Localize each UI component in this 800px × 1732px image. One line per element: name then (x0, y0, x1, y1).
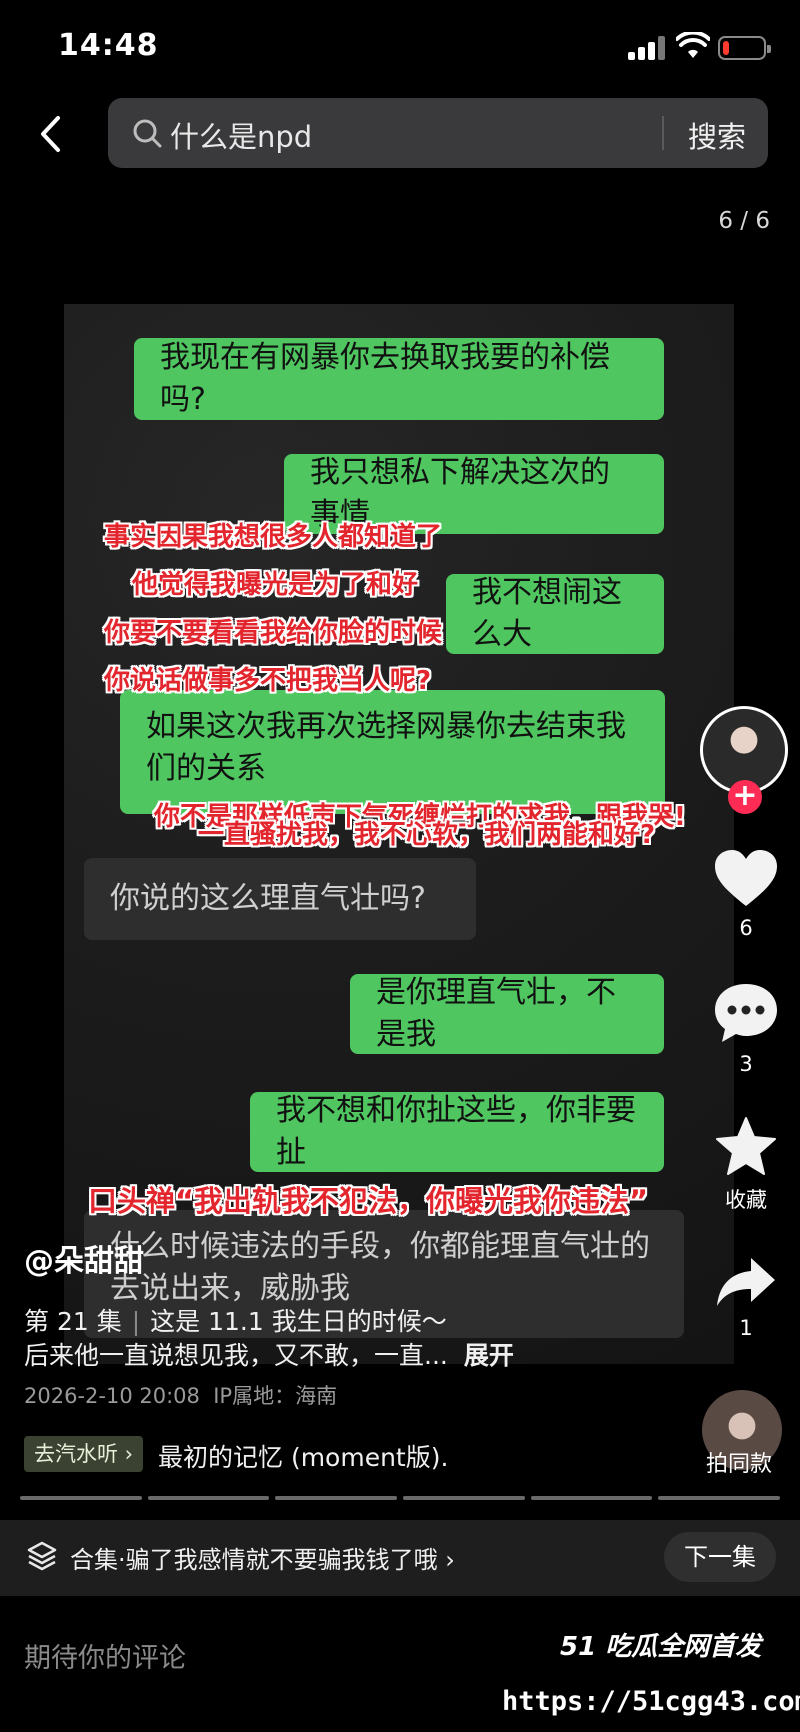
expand-button[interactable]: 展开 (464, 1341, 514, 1370)
wifi-icon (676, 32, 710, 58)
progress-segment (275, 1496, 398, 1500)
overlay-caption: 事实因果我想很多人都知道了 (104, 522, 443, 552)
share-icon (717, 1258, 775, 1306)
search-bar[interactable]: 什么是npd 搜索 (108, 98, 768, 168)
search-divider (662, 116, 664, 150)
collection-progress (20, 1496, 781, 1500)
progress-segment (147, 1496, 270, 1500)
comment-icon (715, 984, 777, 1042)
next-episode-button[interactable]: 下一集 (664, 1532, 776, 1582)
description-text: 后来他一直说想见我，又不敢，一直... (24, 1341, 448, 1370)
progress-segment (403, 1496, 525, 1500)
progress-segment (20, 1496, 142, 1500)
overlay-caption: 口头禅“我出轨我不犯法，你曝光我你违法” (88, 1184, 649, 1218)
battery-icon (718, 36, 771, 60)
layers-icon (27, 1541, 57, 1571)
star-icon (716, 1117, 776, 1175)
share-button[interactable]: 1 (704, 1256, 788, 1340)
episode-separator: | (131, 1307, 141, 1336)
cellular-signal-icon (628, 36, 666, 60)
comment-button[interactable]: 3 (704, 982, 788, 1076)
chat-bubble-outgoing: 我不想和你扯这些，你非要扯 (250, 1092, 664, 1172)
status-bar: 14:48 (0, 0, 800, 96)
comment-count: 3 (739, 1052, 753, 1076)
heart-icon (715, 850, 777, 906)
chat-bubble-incoming: 你说的这么理直气壮吗? (84, 858, 476, 940)
overlay-caption: 你要不要看看我给你脸的时候 (104, 618, 443, 648)
favorite-button[interactable]: 收藏 (704, 1116, 788, 1214)
chat-bubble-outgoing: 我现在有网暴你去换取我要的补偿吗? (134, 338, 664, 420)
collection-bar[interactable]: 合集·骗了我感情就不要骗我钱了哦 › 下一集 (0, 1520, 800, 1596)
share-count: 1 (739, 1316, 753, 1340)
overlay-caption: 你说话做事多不把我当人呢? (104, 666, 432, 696)
episode-title: 这是 11.1 我生日的时候～ (150, 1307, 447, 1336)
follow-button[interactable]: + (728, 780, 762, 814)
chat-bubble-outgoing: 我不想闹这么大 (446, 574, 664, 654)
author-name[interactable]: @朵甜甜 (24, 1236, 144, 1280)
overlay-caption: 他觉得我曝光是为了和好 (132, 570, 419, 600)
post-date: 2026-2-10 20:08 (24, 1384, 200, 1408)
chat-bubble-outgoing: 是你理直气壮，不是我 (350, 974, 664, 1054)
progress-segment (658, 1496, 781, 1500)
same-style-button[interactable]: 拍同款 (706, 1446, 772, 1478)
battery-level (723, 41, 729, 55)
search-button[interactable]: 搜索 (688, 114, 746, 156)
description: 后来他一直说想见我，又不敢，一直... 展开 (24, 1336, 514, 1372)
search-input[interactable]: 什么是npd (170, 114, 312, 156)
music-app-tag[interactable]: 去汽水听 › (24, 1436, 144, 1472)
post-ip: IP属地：海南 (213, 1384, 338, 1408)
collection-title[interactable]: 合集·骗了我感情就不要骗我钱了哦 › (70, 1540, 455, 1575)
search-icon (133, 119, 162, 148)
music-title[interactable]: 最初的记忆 (moment版). (158, 1438, 448, 1474)
back-button[interactable] (28, 108, 72, 160)
overlay-caption: 一直骚扰我，我不心软，我们两能和好? (198, 820, 656, 850)
like-button[interactable]: 6 (704, 848, 788, 940)
episode-line[interactable]: 第 21 集 | 这是 11.1 我生日的时候～ (24, 1302, 447, 1338)
episode-number: 第 21 集 (24, 1307, 122, 1336)
like-count: 6 (739, 916, 753, 940)
page-indicator: 6 / 6 (718, 208, 770, 234)
favorite-label: 收藏 (725, 1188, 767, 1212)
chevron-left-icon (41, 116, 60, 152)
progress-segment (530, 1496, 653, 1500)
comment-input[interactable]: 期待你的评论 (24, 1636, 186, 1675)
watermark-logo: 51 吃瓜全网首发 (560, 1632, 762, 1662)
post-meta: 2026-2-10 20:08 IP属地：海南 (24, 1380, 337, 1410)
watermark-url: https://51cgg43.com (502, 1686, 800, 1717)
status-time: 14:48 (58, 28, 159, 63)
